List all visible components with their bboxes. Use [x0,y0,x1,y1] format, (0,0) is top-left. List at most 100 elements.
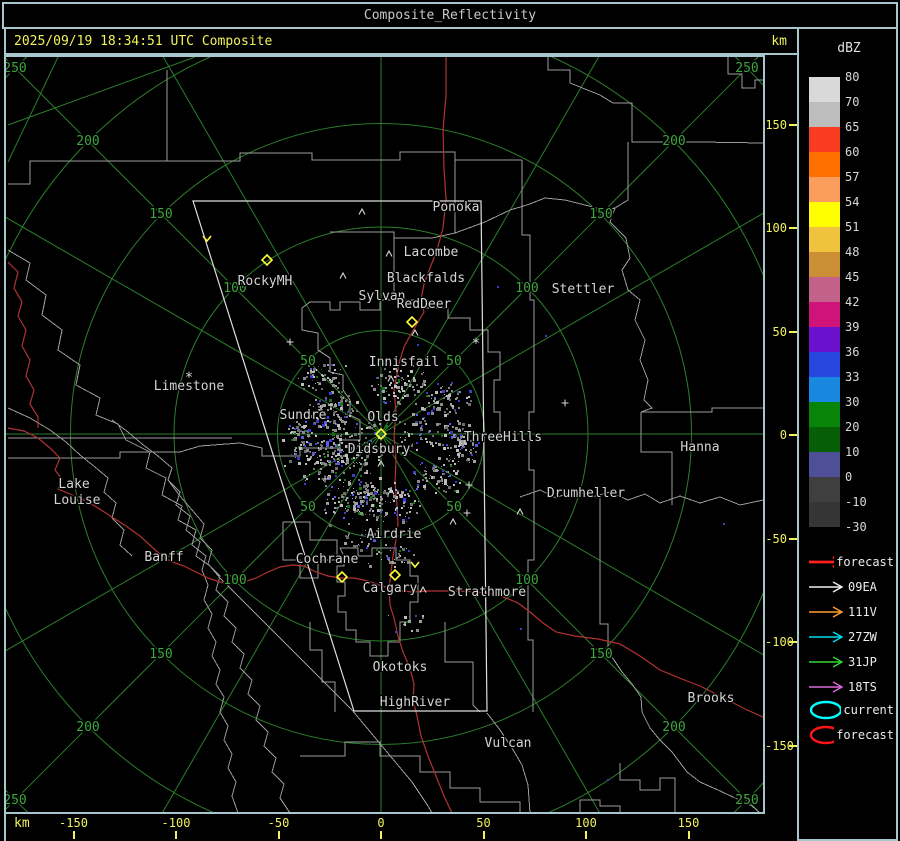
colorbar-box [809,152,840,177]
right-axis-tick [789,745,797,747]
timestamp-label: 2025/09/19 18:34:51 UTC Composite [14,34,272,49]
svg-text:50: 50 [300,354,316,369]
colorbar-tick-label: -10 [845,495,889,509]
svg-text:200: 200 [662,720,685,735]
title-bar: Composite_Reflectivity [2,2,898,29]
cell-diamond-marker [337,572,347,582]
city-label: Airdrie [367,527,422,542]
window-title: Composite_Reflectivity [364,8,536,23]
right-axis-tick-label: -150 [765,739,787,753]
colorbar-box [809,102,840,127]
colorbar-box [809,127,840,152]
city-label: Drumheller [547,486,625,501]
track-arrow-icon [806,553,834,571]
right-axis-tick-label: 50 [765,325,787,339]
right-axis-tick-label: -50 [765,532,787,546]
colorbar-tick-label: 33 [845,370,889,384]
bottom-axis-tick-label: 100 [556,816,616,830]
colorbar-box [809,352,840,377]
colorbar-box [809,402,840,427]
caret-marker [340,273,346,279]
colorbar-box [809,327,840,352]
right-axis-tick [789,641,797,643]
city-labels: PonokaLacombeBlackfaldsSylvanRedDeerRock… [54,200,735,751]
city-label: ThreeHills [464,430,542,445]
radar-map[interactable]: 5050505010010010010015015015015020020020… [6,57,763,812]
status-header: 2025/09/19 18:34:51 UTC Composite km [4,29,797,55]
bottom-axis-tick [175,831,177,839]
city-label: Sundre [280,408,327,423]
map-frame: 5050505010010010010015015015015020020020… [4,55,765,814]
colorbar-tick-label: 45 [845,270,889,284]
svg-text:250: 250 [735,793,758,808]
svg-text:50: 50 [446,500,462,515]
right-axis-tick-label: 100 [765,221,787,235]
city-label: Louise [54,493,101,508]
right-axis-tick [789,124,797,126]
bottom-axis-tick [688,831,690,839]
cell-arrow-marker [203,236,211,241]
colorbar-box [809,502,840,527]
legend-item-27ZW: 27ZW [806,628,894,646]
svg-text:200: 200 [662,134,685,149]
asterisk-marker: * [185,370,193,386]
legend-item-label: current [843,703,894,717]
colorbar-box [809,227,840,252]
colorbar-tick-label: 80 [845,70,889,84]
legend-item-18TS: 18TS [806,678,894,696]
city-label: Stettler [552,282,615,297]
bottom-axis-tick-label: -50 [249,816,309,830]
city-label: Calgary [363,581,418,596]
right-axis-tick [789,538,797,540]
city-label: Innisfail [369,355,439,370]
colorbar-tick-label: 36 [845,345,889,359]
legend-item-current: current [806,701,894,719]
legend-item-label: 27ZW [848,630,877,644]
svg-text:150: 150 [149,647,172,662]
city-label: Okotoks [373,660,428,675]
colorbar-box [809,177,840,202]
radar-application-window: Composite_Reflectivity 2025/09/19 18:34:… [0,0,900,841]
track-arrow-icon [806,603,846,621]
colorbar-tick-label: 54 [845,195,889,209]
colorbar-tick-label: -30 [845,520,889,534]
svg-text:50: 50 [300,500,316,515]
legend-item-label: 31JP [848,655,877,669]
storm-ellipse-icon [806,700,841,720]
city-label: Lacombe [404,245,459,260]
right-axis-tick [789,434,797,436]
legend-item-111V: 111V [806,603,894,621]
bottom-axis-tick [483,831,485,839]
right-axis-tick-label: 0 [765,428,787,442]
track-arrow-icon [806,653,846,671]
city-label: Vulcan [485,736,532,751]
colorbar-box [809,427,840,452]
bottom-axis-tick [585,831,587,839]
track-arrow-icon [806,628,846,646]
colorbar-tick-label: 30 [845,395,889,409]
bottom-axis: km -150-100-50050100150 [4,814,799,841]
legend-item-label: forecast [836,728,894,742]
right-axis-tick [789,331,797,333]
colorbar-box [809,452,840,477]
right-axis-tick-label: -100 [765,635,787,649]
city-label: Strathmore [448,585,526,600]
colorbar-tick-label: 0 [845,470,889,484]
city-label: Didsbury [348,442,411,457]
colorbar-box [809,302,840,327]
city-label: Cochrane [296,552,359,567]
colorbar-tick-label: 70 [845,95,889,109]
plus-marker [287,339,294,346]
storm-ellipse-icon [806,725,834,745]
plus-marker [562,400,569,407]
city-label: Olds [367,410,398,425]
asterisk-marker: * [472,336,480,352]
legend-item-09EA: 09EA [806,578,894,596]
bottom-axis-tick [73,831,75,839]
city-label: Hanna [680,440,719,455]
colorbar-tick-label: 10 [845,445,889,459]
bottom-axis-tick-label: 150 [659,816,719,830]
legend-item-label: 111V [848,605,877,619]
city-label: Ponoka [433,200,480,215]
svg-text:200: 200 [76,720,99,735]
